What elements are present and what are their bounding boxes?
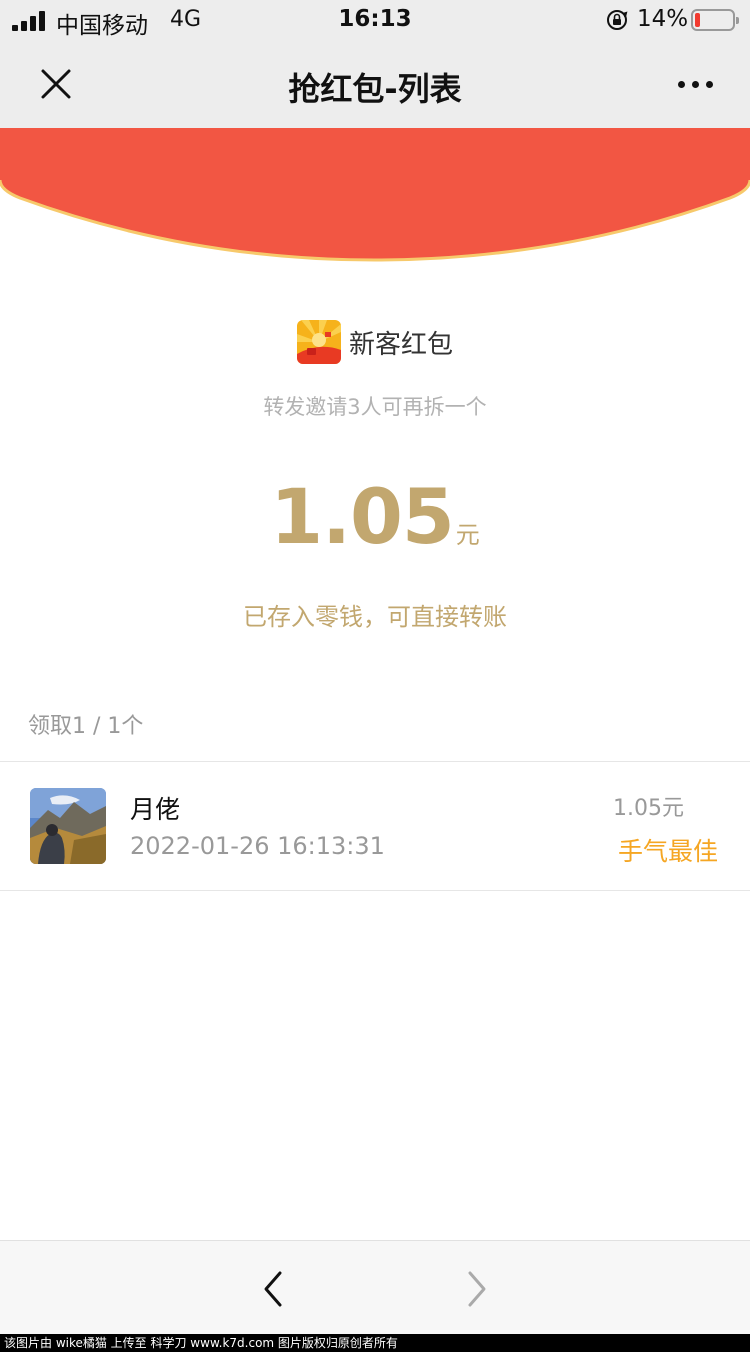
amount-unit: 元: [455, 521, 480, 549]
red-packet-logo-icon: [296, 320, 341, 364]
more-icon[interactable]: [670, 74, 720, 94]
receive-amount: 1.05元: [613, 796, 684, 821]
browser-toolbar: [0, 1240, 750, 1334]
rotation-lock-icon: [607, 10, 628, 30]
packet-brand: 新客红包: [0, 320, 750, 366]
chevron-right-icon[interactable]: [460, 1269, 492, 1309]
packet-amount: 1.05元: [0, 472, 750, 561]
receive-count: 领取1 / 1个: [28, 714, 144, 739]
nav-bar: 抢红包-列表: [0, 40, 750, 128]
red-envelope-header: [0, 128, 750, 262]
battery-icon: [691, 9, 739, 31]
battery-level: [695, 13, 700, 27]
invite-hint: 转发邀请3人可再拆一个: [263, 395, 487, 419]
packet-brand-name: 新客红包: [348, 329, 453, 360]
divider: [0, 890, 750, 891]
list-item[interactable]: 月佬 2022-01-26 16:13:31 1.05元 手气最佳: [0, 762, 750, 890]
page-title: 抢红包-列表: [288, 70, 462, 108]
amount-value: 1.05: [270, 472, 455, 561]
best-luck-badge: 手气最佳: [617, 837, 718, 866]
receive-time: 2022-01-26 16:13:31: [130, 832, 385, 860]
avatar: [30, 788, 106, 864]
receiver-name: 月佬: [130, 795, 181, 824]
stored-to-wallet-link[interactable]: 已存入零钱，可直接转账: [0, 597, 750, 632]
battery-percent: 14%: [637, 6, 689, 32]
chevron-left-icon[interactable]: [258, 1269, 290, 1309]
status-bar: 中国移动 4G 16:13 14%: [0, 0, 750, 40]
watermark-caption: 该图片由 wike橘猫 上传至 科学刀 www.k7d.com 图片版权归原创者…: [0, 1334, 750, 1352]
